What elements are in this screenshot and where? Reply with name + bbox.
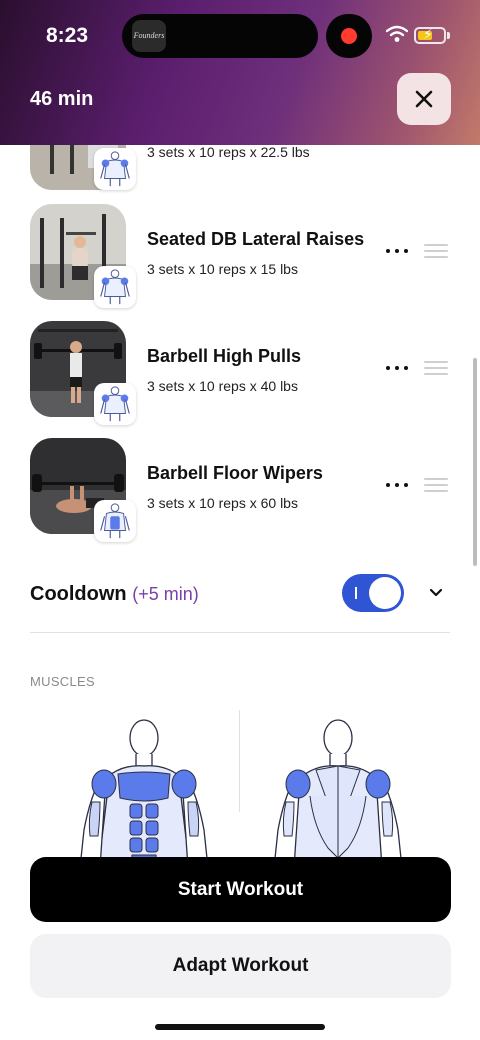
exercise-detail: 3 sets x 10 reps x 40 lbs <box>147 378 298 394</box>
charging-bolt-icon: ⚡ <box>423 26 433 42</box>
workout-header: 8:23 Founders ⚡ 46 min <box>0 0 480 145</box>
status-time: 8:23 <box>46 24 89 47</box>
exercise-detail: 3 sets x 10 reps x 15 lbs <box>147 261 298 277</box>
workout-duration: 46 min <box>30 88 94 110</box>
more-options-icon[interactable] <box>386 246 408 256</box>
adapt-workout-button[interactable]: Adapt Workout <box>30 934 451 998</box>
muscle-map-divider <box>239 710 240 812</box>
drag-handle-icon[interactable] <box>424 478 448 492</box>
close-icon <box>415 90 433 108</box>
muscle-badge <box>94 148 136 190</box>
scrollbar[interactable] <box>473 358 477 566</box>
dynamic-island[interactable]: Founders <box>122 14 318 58</box>
back-body-muscle-map <box>273 719 403 868</box>
shoulders-muscle-icon <box>100 386 130 422</box>
exercise-row[interactable]: Barbell High Pulls 3 sets x 10 reps x 40… <box>0 321 480 431</box>
exercise-name: Barbell High Pulls <box>147 346 302 366</box>
abs-muscle-icon <box>100 503 130 539</box>
recording-indicator[interactable] <box>326 14 372 58</box>
cooldown-toggle[interactable] <box>342 574 404 612</box>
exercise-detail: 3 sets x 10 reps x 60 lbs <box>147 495 298 511</box>
cooldown-label: Cooldown (+5 min) <box>30 583 199 606</box>
shoulders-muscle-icon <box>100 151 130 187</box>
start-workout-button[interactable]: Start Workout <box>30 857 451 922</box>
shoulders-muscle-icon <box>100 269 130 305</box>
muscle-badge <box>94 383 136 425</box>
exercise-row[interactable]: Seated DB Lateral Raises 3 sets x 10 rep… <box>0 204 480 314</box>
exercise-row[interactable]: Barbell Floor Wipers 3 sets x 10 reps x … <box>0 438 480 548</box>
exercise-name: Seated DB Lateral Raises <box>147 229 365 249</box>
close-button[interactable] <box>397 73 451 125</box>
exercise-name: Barbell Floor Wipers <box>147 463 323 483</box>
drag-handle-icon[interactable] <box>424 361 448 375</box>
home-indicator[interactable] <box>155 1024 325 1030</box>
chevron-down-icon[interactable] <box>427 584 445 602</box>
cooldown-extra-time: (+5 min) <box>132 584 199 604</box>
muscle-badge <box>94 266 136 308</box>
battery-tip <box>447 32 450 39</box>
cooldown-title: Cooldown <box>30 583 127 605</box>
toggle-knob <box>369 577 401 609</box>
exercise-detail: 3 sets x 10 reps x 22.5 lbs <box>147 144 310 160</box>
island-app-thumbnail: Founders <box>132 20 166 52</box>
more-options-icon[interactable] <box>386 480 408 490</box>
more-options-icon[interactable] <box>386 363 408 373</box>
section-divider <box>30 632 450 633</box>
front-body-muscle-map <box>79 719 209 868</box>
muscles-section-label: MUSCLES <box>30 674 95 689</box>
record-dot-icon <box>341 28 357 44</box>
toggle-on-indicator <box>355 587 357 599</box>
muscle-badge <box>94 500 136 542</box>
drag-handle-icon[interactable] <box>424 244 448 258</box>
wifi-icon <box>386 25 408 42</box>
